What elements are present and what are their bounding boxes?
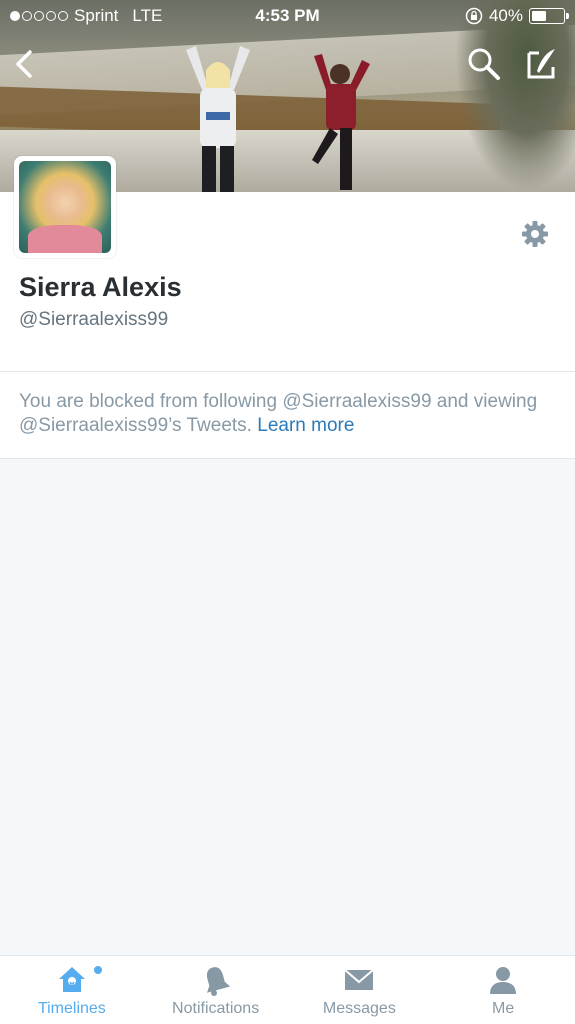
banner-person <box>186 46 250 192</box>
learn-more-link[interactable]: Learn more <box>257 415 354 436</box>
envelope-icon <box>344 969 375 990</box>
avatar[interactable] <box>14 156 116 258</box>
profile-name: Sierra Alexis <box>19 272 182 302</box>
tab-bar: Timelines Notifications Messages Me <box>0 955 575 1024</box>
tab-label: Notifications <box>172 1000 260 1017</box>
search-icon <box>468 48 500 80</box>
search-button[interactable] <box>464 44 504 84</box>
tab-label: Messages <box>322 1000 396 1017</box>
avatar-image <box>19 161 111 253</box>
tab-messages[interactable]: Messages <box>288 956 432 1024</box>
status-bar: Sprint LTE 4:53 PM 40% <box>0 0 575 32</box>
battery-percent: 40% <box>488 6 523 25</box>
tab-notifications[interactable]: Notifications <box>144 956 288 1024</box>
bell-icon <box>206 967 230 996</box>
blocked-notice: You are blocked from following @Sierraal… <box>0 372 575 459</box>
home-icon <box>58 967 85 992</box>
rotation-lock-icon <box>465 7 483 25</box>
tab-label: Timelines <box>37 1000 106 1017</box>
person-icon <box>490 967 517 994</box>
chevron-left-icon <box>16 50 32 78</box>
tab-timelines[interactable]: Timelines <box>0 956 144 1024</box>
tab-me[interactable]: Me <box>431 956 575 1024</box>
new-content-dot <box>94 966 102 974</box>
banner-person <box>312 54 370 190</box>
battery-icon <box>529 8 569 24</box>
compose-tweet-icon <box>527 49 555 79</box>
tab-label: Me <box>492 1000 515 1017</box>
back-button[interactable] <box>4 44 44 84</box>
gear-icon[interactable] <box>521 220 549 248</box>
compose-tweet-button[interactable] <box>522 44 562 84</box>
profile-handle: @Sierraalexiss99 <box>19 309 169 330</box>
